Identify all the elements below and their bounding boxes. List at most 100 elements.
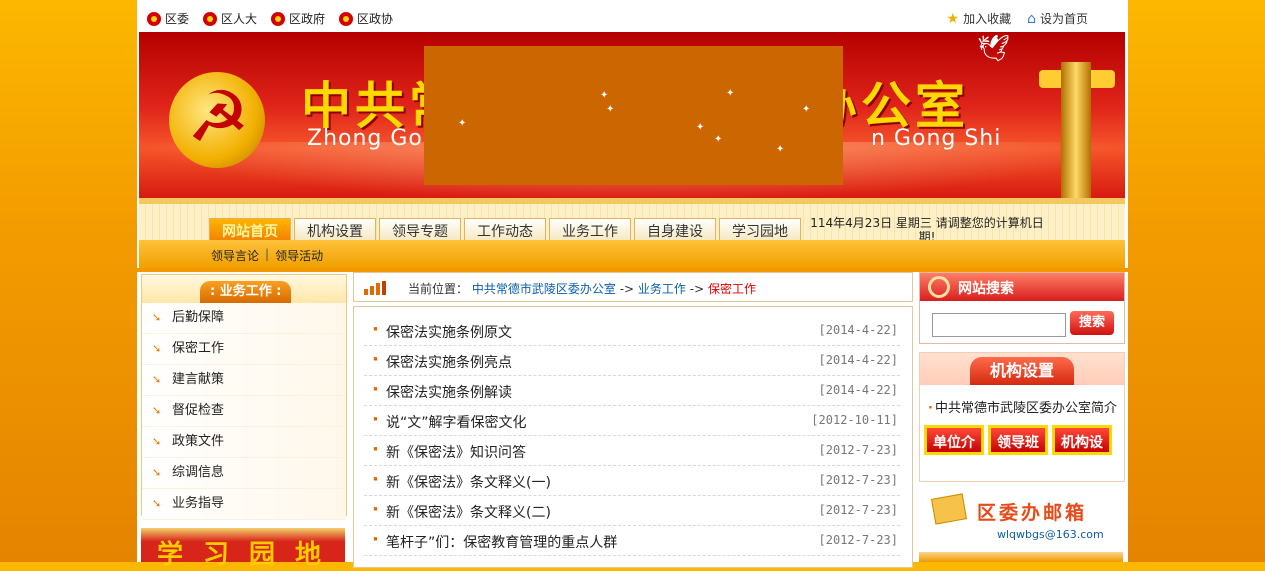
search-panel: 网站搜索 搜索: [919, 272, 1125, 344]
subnav-separator: |: [265, 247, 270, 261]
national-emblem-icon: [203, 11, 218, 26]
sparkle-icon: ✦: [726, 88, 735, 99]
page-container: 区委 区人大 区政府 区政协 ★加入收藏 ⌂设为首页 中共常 办公室 Zhong…: [137, 0, 1128, 570]
sub-nav-items: 领导言论 | 领导活动: [211, 247, 323, 264]
leadership-button[interactable]: 领导班子: [988, 425, 1048, 481]
study-banner[interactable]: 学习园地: [141, 528, 345, 570]
magnifier-icon: [928, 276, 950, 298]
link-district-committee[interactable]: 区委: [147, 10, 189, 27]
sparkle-icon: ✦: [458, 118, 467, 129]
org-buttons: 单位介绍 领导班子 机构设置: [924, 425, 1112, 481]
sparkle-icon: ✦: [600, 90, 609, 101]
sidebar-item-guidance[interactable]: 业务指导: [142, 489, 346, 520]
search-header: 网站搜索: [920, 273, 1124, 301]
huabiao-pillar: [1061, 62, 1091, 198]
article-title[interactable]: 新《保密法》条文释义(一): [372, 469, 551, 492]
sidebar-item-confidentiality[interactable]: 保密工作: [142, 334, 346, 365]
org-intro-link[interactable]: 中共常德市武陵区委办公室简介: [928, 397, 1117, 416]
sparkle-icon: ✦: [606, 104, 615, 115]
link-district-government[interactable]: 区政府: [271, 10, 325, 27]
header-banner: 中共常 办公室 Zhong Go n Gong Shi 🕊 ✦ ✦ ✦ ✦ ✦ …: [139, 32, 1125, 198]
list-item[interactable]: 新《保密法》条文释义(一) [2012-7-23]: [364, 465, 900, 496]
breadcrumb-section[interactable]: 业务工作: [638, 282, 686, 296]
top-links: 区委 区人大 区政府 区政协: [147, 10, 393, 27]
party-emblem-icon: [147, 11, 161, 26]
national-emblem-icon: [271, 11, 286, 26]
list-item[interactable]: 笔杆子”们：保密教育管理的重点人群 [2012-7-23]: [364, 525, 900, 556]
main-nav: 网站首页 机构设置 领导专题 工作动态 业务工作 自身建设 学习园地 114年4…: [139, 198, 1125, 246]
article-title[interactable]: 笔杆子”们：保密教育管理的重点人群: [372, 529, 617, 552]
unit-intro-button[interactable]: 单位介绍: [924, 425, 984, 481]
article-title[interactable]: 新《保密法》条文释义(二): [372, 499, 551, 522]
cppcc-emblem-icon: [339, 11, 354, 26]
bars-icon: [364, 281, 386, 295]
breadcrumb-text: 当前位置： 中共常德市武陵区委办公室 -> 业务工作 -> 保密工作: [408, 280, 756, 297]
sidebar-item-policy[interactable]: 政策文件: [142, 427, 346, 458]
article-title[interactable]: 说“文”解字看保密文化: [372, 409, 526, 432]
list-item[interactable]: 说“文”解字看保密文化 [2012-10-11]: [364, 405, 900, 436]
set-homepage-label: 设为首页: [1039, 12, 1088, 26]
search-button[interactable]: 搜索: [1070, 311, 1114, 335]
article-date: [2012-7-23]: [818, 533, 898, 547]
org-panel: 机构设置 中共常德市武陵区委办公室简介 单位介绍 领导班子 机构设置: [919, 352, 1125, 482]
breadcrumb: 当前位置： 中共常德市武陵区委办公室 -> 业务工作 -> 保密工作: [353, 272, 913, 302]
study-banner-title: 学习园地: [157, 540, 342, 570]
link-district-cppcc[interactable]: 区政协: [339, 10, 393, 27]
sparkle-icon: ✦: [714, 134, 723, 145]
sidebar-item-suggestions[interactable]: 建言献策: [142, 365, 346, 396]
link-label: 区政府: [289, 12, 326, 26]
org-title: 机构设置: [970, 357, 1074, 385]
sub-nav: 领导言论 | 领导活动: [139, 240, 1125, 268]
sparkle-icon: ✦: [696, 122, 705, 133]
home-icon: ⌂: [1027, 10, 1036, 27]
mailbox-title: 区委办邮箱: [977, 502, 1088, 524]
sidebar-item-supervision[interactable]: 督促检查: [142, 396, 346, 427]
link-district-congress[interactable]: 区人大: [203, 10, 257, 27]
article-list: 保密法实施条例原文 [2014-4-22] 保密法实施条例亮点 [2014-4-22…: [353, 306, 913, 568]
dove-icon: 🕊: [977, 34, 1011, 64]
top-bar: 区委 区人大 区政府 区政协 ★ 加入收藏 ⌂ 设为首页: [137, 0, 1128, 32]
article-date: [2014-4-22]: [818, 383, 898, 397]
search-title: 网站搜索: [958, 281, 1014, 297]
sidebar-item-logistics[interactable]: 后勤保障: [142, 303, 346, 334]
list-item[interactable]: 保密法实施条例解读 [2014-4-22]: [364, 375, 900, 406]
add-favorite-label: 加入收藏: [963, 12, 1012, 26]
subnav-leader-activities[interactable]: 领导活动: [275, 247, 323, 264]
article-date: [2012-7-23]: [818, 443, 898, 457]
top-actions: ★ 加入收藏 ⌂ 设为首页: [947, 10, 1088, 27]
envelope-icon: [930, 493, 968, 525]
add-favorite-link[interactable]: ★ 加入收藏: [947, 10, 1012, 27]
link-label: 区委: [165, 12, 190, 26]
banner-flash-overlay: ✦ ✦ ✦ ✦ ✦ ✦ ✦ ✦: [424, 46, 843, 185]
article-date: [2012-7-23]: [818, 473, 898, 487]
list-item[interactable]: 保密法实施条例原文 [2014-4-22]: [364, 315, 900, 346]
set-homepage-link[interactable]: ⌂ 设为首页: [1027, 10, 1088, 27]
article-title[interactable]: 保密法实施条例亮点: [372, 349, 512, 372]
list-item[interactable]: 新《保密法》条文释义(二) [2012-7-23]: [364, 495, 900, 526]
link-label: 区政协: [357, 12, 394, 26]
list-item[interactable]: 保密法实施条例亮点 [2014-4-22]: [364, 345, 900, 376]
panel-bottom-bar: [919, 552, 1123, 562]
breadcrumb-home[interactable]: 中共常德市武陵区委办公室: [472, 282, 616, 296]
sidebar-item-research[interactable]: 综调信息: [142, 458, 346, 489]
breadcrumb-current: 保密工作: [707, 282, 756, 296]
list-item[interactable]: 新《保密法》知识问答 [2012-7-23]: [364, 435, 900, 466]
article-date: [2014-4-22]: [818, 353, 898, 367]
sidebar-title: : 业务工作 :: [200, 281, 292, 303]
article-date: [2012-10-11]: [811, 413, 898, 427]
article-title[interactable]: 保密法实施条例原文: [372, 319, 512, 342]
sparkle-icon: ✦: [802, 104, 811, 115]
link-label: 区人大: [221, 12, 258, 26]
subnav-leader-speeches[interactable]: 领导言论: [211, 247, 259, 264]
breadcrumb-arrow: ->: [689, 282, 705, 296]
party-emblem-icon: [169, 72, 265, 168]
mailbox-banner[interactable]: 区委办邮箱 wlqwbgs@163.com: [919, 488, 1123, 548]
breadcrumb-arrow: ->: [619, 282, 635, 296]
article-title[interactable]: 新《保密法》知识问答: [372, 439, 526, 462]
article-date: [2014-4-22]: [818, 323, 898, 337]
article-title[interactable]: 保密法实施条例解读: [372, 379, 512, 402]
sidebar: : 业务工作 : 后勤保障 保密工作 建言献策 督促检查 政策文件 综调信息 业…: [141, 274, 347, 520]
org-setup-button[interactable]: 机构设置: [1052, 425, 1112, 481]
search-input[interactable]: [932, 313, 1066, 337]
banner-pinyin-right: n Gong Shi: [871, 126, 1002, 151]
